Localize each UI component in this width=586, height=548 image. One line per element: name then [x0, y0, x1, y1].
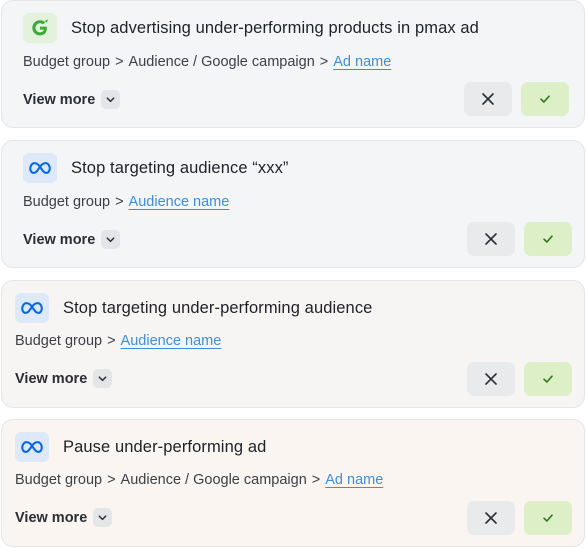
- chevron-down-icon: [101, 230, 121, 249]
- breadcrumb-separator: >: [115, 54, 124, 70]
- google-ads-icon: [23, 13, 57, 43]
- recommendation-card: Stop targeting under-performing audience…: [1, 280, 585, 408]
- close-icon: [482, 93, 494, 105]
- breadcrumb-separator: >: [319, 54, 329, 70]
- breadcrumb-separator: >: [115, 194, 124, 210]
- meta-icon: [15, 293, 49, 323]
- dismiss-button[interactable]: [464, 82, 512, 116]
- view-more-toggle[interactable]: View more: [23, 90, 121, 109]
- accept-button[interactable]: [524, 222, 572, 256]
- breadcrumb-separator: >: [311, 472, 321, 488]
- meta-icon: [15, 432, 49, 462]
- card-header: Pause under-performing ad: [15, 432, 266, 462]
- accept-button[interactable]: [524, 362, 572, 396]
- recommendation-card: Stop advertising under-performing produc…: [1, 0, 585, 128]
- dismiss-button[interactable]: [467, 501, 515, 535]
- breadcrumb-item: Budget group: [15, 333, 103, 349]
- breadcrumb: Budget group > Audience name: [23, 194, 229, 210]
- breadcrumb: Budget group > Audience / Google campaign >…: [23, 54, 391, 70]
- check-icon: [543, 235, 553, 243]
- card-title: Pause under-performing ad: [63, 437, 267, 456]
- breadcrumb: Budget group > Audience / Google campaign >…: [15, 472, 383, 488]
- close-icon: [485, 233, 497, 245]
- dismiss-button[interactable]: [467, 222, 515, 256]
- breadcrumb-item: Budget group: [23, 54, 111, 70]
- chevron-down-icon: [93, 508, 113, 527]
- audience-name-link[interactable]: Audience name: [129, 194, 230, 210]
- recommendation-card: Pause under-performing ad Budget group > A…: [1, 419, 585, 547]
- breadcrumb-item: Audience / Google campaign: [120, 472, 307, 488]
- check-icon: [543, 375, 553, 383]
- breadcrumb-item: Audience / Google campaign: [128, 54, 315, 70]
- accept-button[interactable]: [524, 501, 572, 535]
- ad-name-link[interactable]: Ad name: [333, 54, 391, 70]
- view-more-label: View more: [23, 231, 96, 248]
- view-more-toggle[interactable]: View more: [23, 230, 121, 249]
- check-icon: [540, 95, 550, 103]
- chevron-down-icon: [101, 90, 121, 109]
- card-header: Stop targeting audience “xxx”: [23, 153, 289, 183]
- close-icon: [485, 373, 497, 385]
- recommendation-card: Stop targeting audience “xxx” Budget gro…: [1, 140, 585, 268]
- check-icon: [543, 514, 553, 522]
- breadcrumb-separator: >: [107, 333, 116, 349]
- audience-name-link[interactable]: Audience name: [121, 333, 222, 349]
- view-more-toggle[interactable]: View more: [15, 369, 113, 388]
- breadcrumb-item: Budget group: [23, 194, 111, 210]
- card-title: Stop targeting under-performing audience: [63, 298, 373, 317]
- view-more-toggle[interactable]: View more: [15, 508, 113, 527]
- accept-button[interactable]: [521, 82, 569, 116]
- breadcrumb: Budget group > Audience name: [15, 333, 221, 349]
- chevron-down-icon: [93, 369, 113, 388]
- card-title: Stop advertising under-performing produc…: [71, 18, 479, 37]
- dismiss-button[interactable]: [467, 362, 515, 396]
- view-more-label: View more: [23, 91, 96, 108]
- view-more-label: View more: [15, 509, 88, 526]
- breadcrumb-item: Budget group: [15, 472, 103, 488]
- close-icon: [485, 512, 497, 524]
- meta-icon: [23, 153, 57, 183]
- ad-name-link[interactable]: Ad name: [325, 472, 383, 488]
- card-header: Stop targeting under-performing audience: [15, 293, 372, 323]
- card-title: Stop targeting audience “xxx”: [71, 158, 289, 177]
- card-header: Stop advertising under-performing produc…: [23, 13, 479, 43]
- view-more-label: View more: [15, 370, 88, 387]
- breadcrumb-separator: >: [107, 472, 116, 488]
